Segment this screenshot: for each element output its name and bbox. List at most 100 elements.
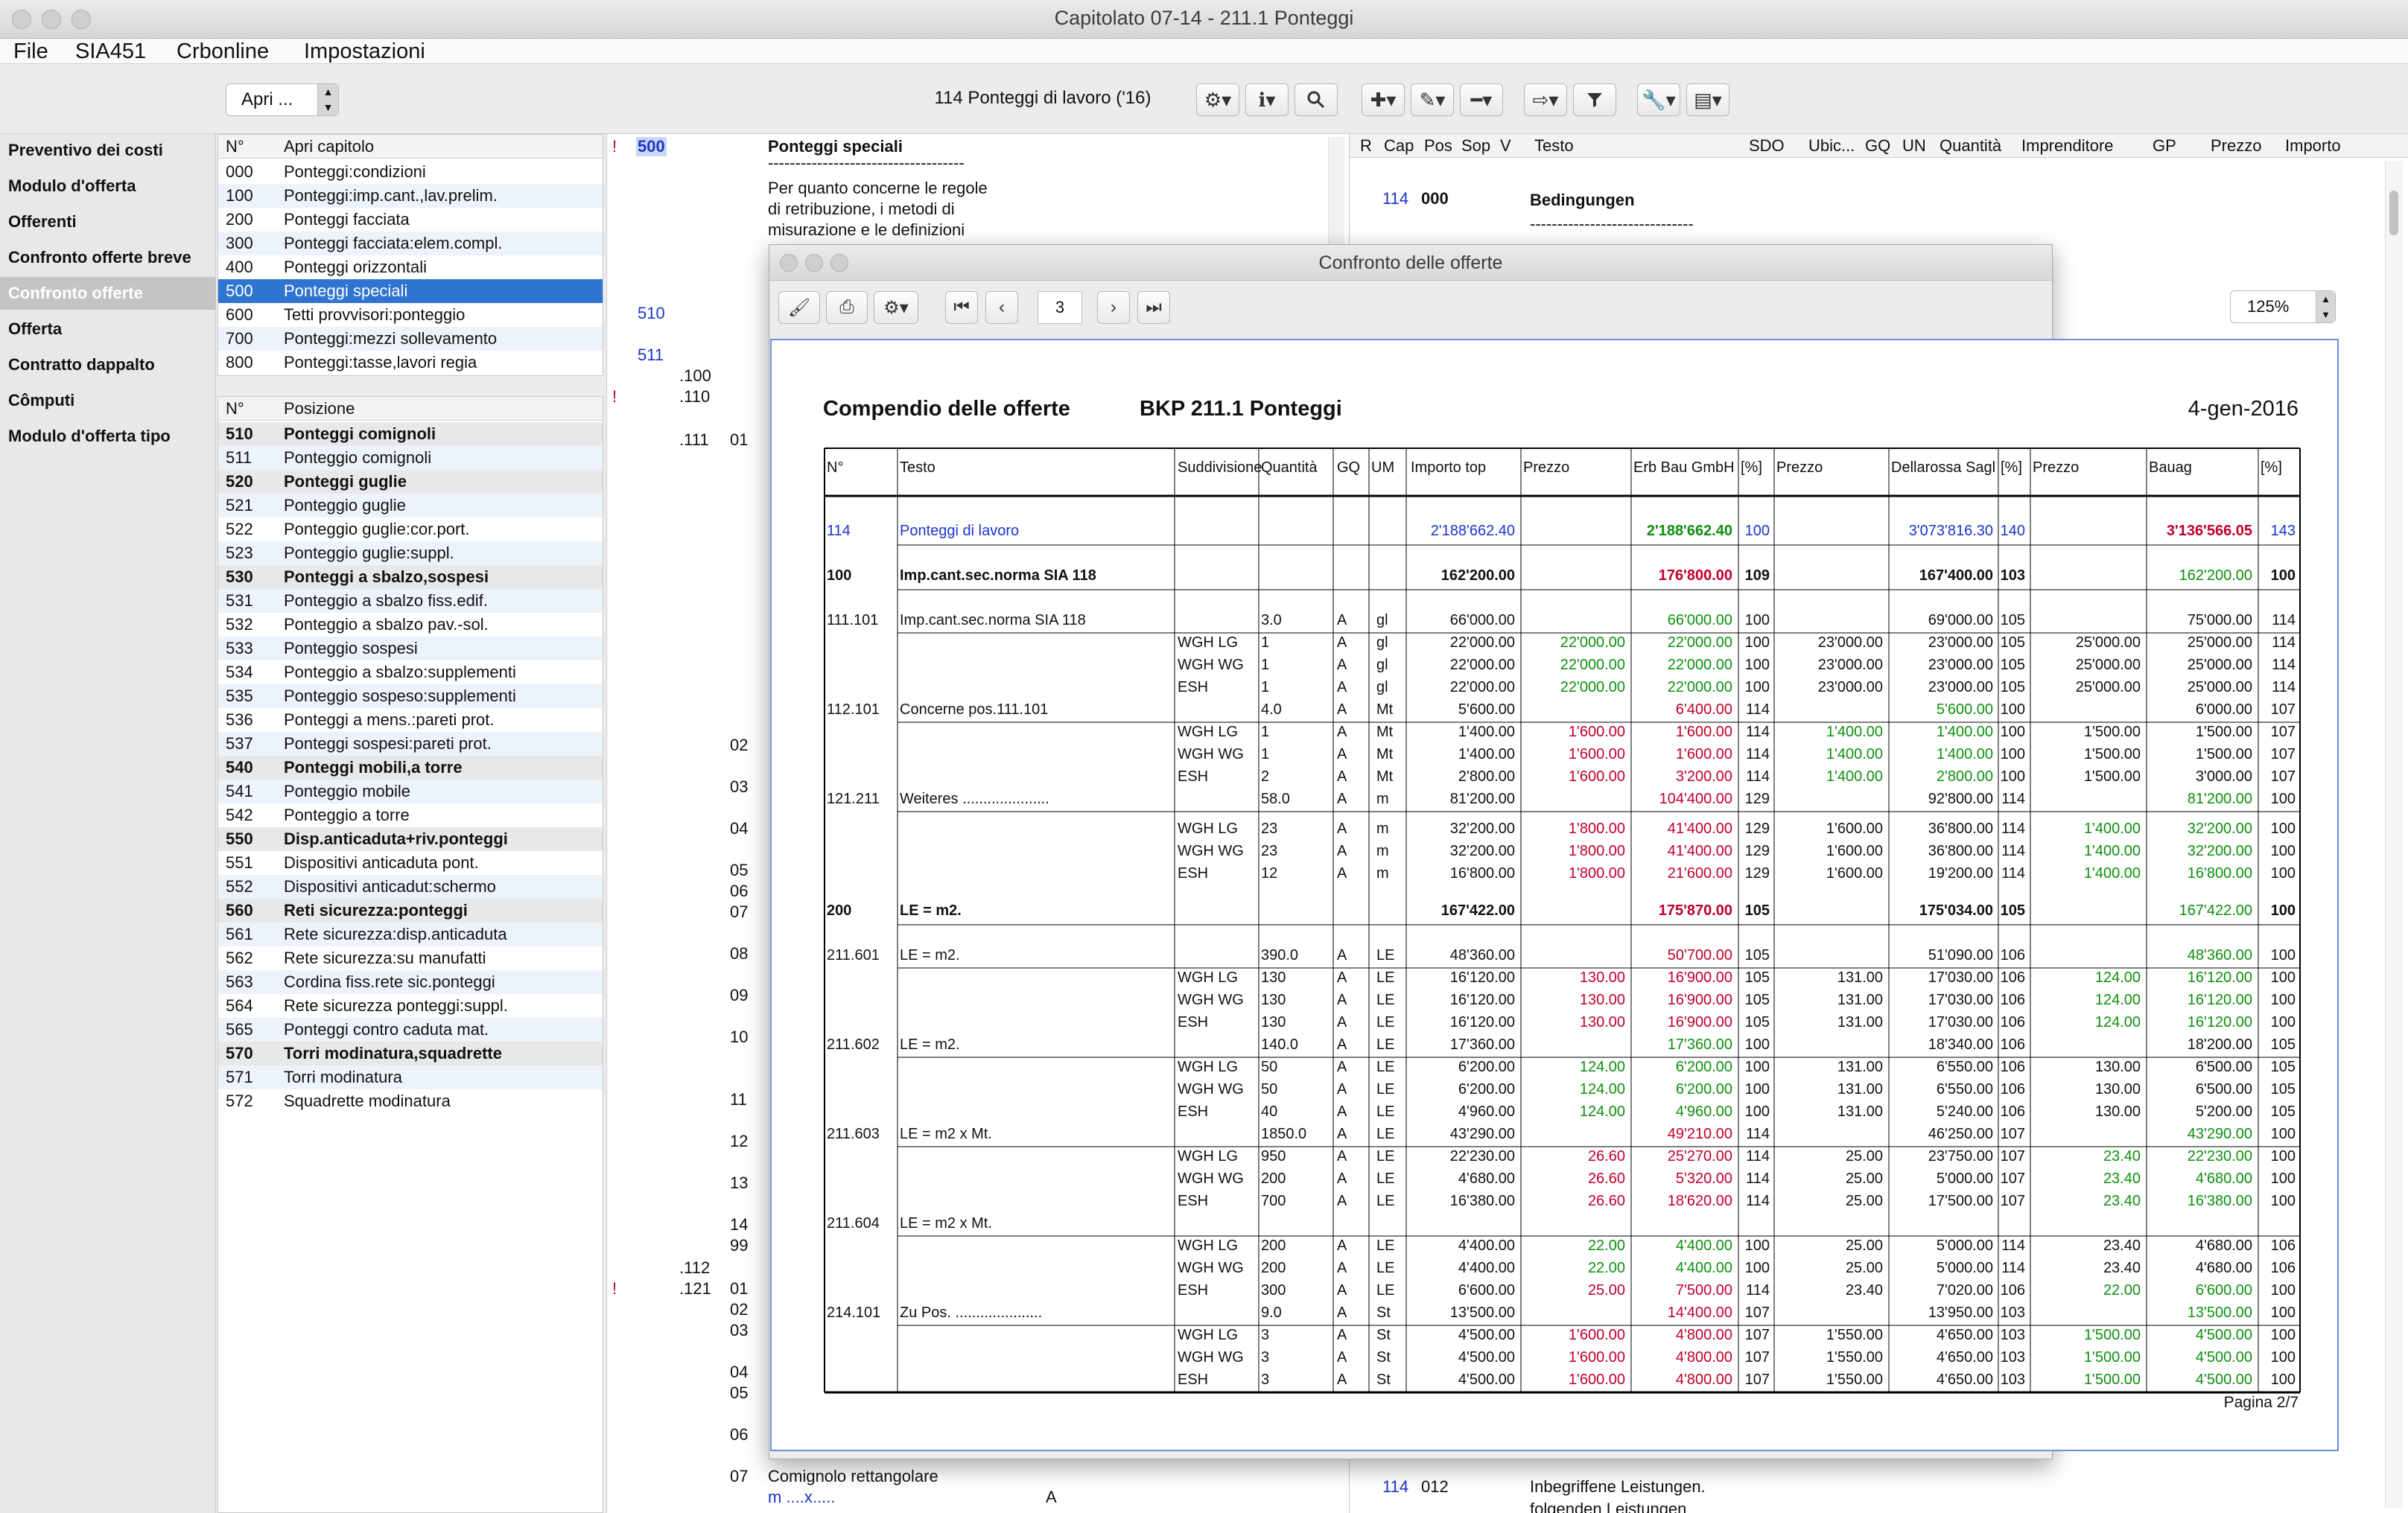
position-row[interactable]: 561 Rete sicurezza:disp.anticaduta (218, 923, 603, 946)
position-row[interactable]: 552 Dispositivi anticadut:schermo (218, 875, 603, 899)
position-row[interactable]: 532 Ponteggio a sbalzo pav.-sol. (218, 613, 603, 637)
table-column-header[interactable]: GQ (1865, 134, 1890, 158)
search-button[interactable] (1294, 83, 1338, 116)
report-row-importo-top: 1'400.00 (1458, 724, 1515, 740)
position-row[interactable]: 531 Ponteggio a sbalzo fiss.edif. (218, 589, 603, 613)
nav-item-0[interactable]: Preventivo dei costi (0, 134, 216, 167)
chapter-row[interactable]: 800 Ponteggi:tasse,lavori regia (218, 351, 603, 375)
position-row[interactable]: 570 Torri modinatura,squadrette (218, 1042, 603, 1066)
menu-crbonline[interactable]: Crbonline (177, 39, 269, 64)
position-row[interactable]: 534 Ponteggio a sbalzo:supplementi (218, 660, 603, 684)
chapter-row[interactable]: 000 Ponteggi:condizioni (218, 160, 603, 184)
table-column-header[interactable]: Cap (1384, 134, 1414, 158)
dialog-zoom-button[interactable] (830, 254, 848, 272)
menu-sia451[interactable]: SIA451 (75, 39, 146, 64)
position-row[interactable]: 551 Dispositivi anticaduta pont. (218, 851, 603, 875)
table-column-header[interactable]: V (1500, 134, 1511, 158)
add-menu-button[interactable]: ✚▾ (1362, 83, 1405, 116)
position-row[interactable]: 542 Ponteggio a torre (218, 803, 603, 827)
position-row[interactable]: 550 Disp.anticaduta+riv.ponteggi (218, 827, 603, 851)
position-row[interactable]: 564 Rete sicurezza ponteggi:suppl. (218, 994, 603, 1018)
dialog-close-button[interactable] (780, 254, 798, 272)
settings-menu-button[interactable]: ⚙▾ (1196, 83, 1239, 116)
dialog-minimize-button[interactable] (805, 254, 823, 272)
position-row[interactable]: 537 Ponteggi sospesi:pareti prot. (218, 732, 603, 756)
position-row[interactable]: 536 Ponteggi a mens.:pareti prot. (218, 708, 603, 732)
report-row-percent: 106 (2000, 1059, 2025, 1075)
nav-item-6[interactable]: Contratto dappalto (0, 348, 216, 381)
position-row[interactable]: 533 Ponteggio sospesi (218, 637, 603, 660)
position-row[interactable]: 560 Reti sicurezza:ponteggi (218, 899, 603, 923)
nav-item-1[interactable]: Modulo d'offerta (0, 170, 216, 203)
nav-item-8[interactable]: Modulo d'offerta tipo (0, 420, 216, 453)
position-row[interactable]: 572 Squadrette modinatura (218, 1089, 603, 1113)
open-chapter-select[interactable]: Apri ... ▲ ▼ (226, 83, 339, 116)
position-row[interactable]: 522 Ponteggio guglie:cor.port. (218, 517, 603, 541)
prev-page-button[interactable]: ‹ (985, 291, 1018, 324)
table-column-header[interactable]: R (1360, 134, 1372, 158)
menu-impostazioni[interactable]: Impostazioni (304, 39, 425, 64)
table-column-header[interactable]: Quantità (1940, 134, 2001, 158)
report-row-dellarossa: 2'800.00 (1936, 768, 1993, 785)
table-column-header[interactable]: GP (2153, 134, 2176, 158)
tools-menu-button[interactable]: 🔧▾ (1637, 83, 1680, 116)
table-column-header[interactable]: Pos (1424, 134, 1452, 158)
position-row[interactable]: 511 Ponteggio comignoli (218, 446, 603, 470)
next-page-button[interactable]: › (1097, 291, 1130, 324)
position-row[interactable]: 510 Ponteggi comignoli (218, 422, 603, 446)
edit-menu-button[interactable]: ✎▾ (1411, 83, 1454, 116)
chapter-row[interactable]: 500 Ponteggi speciali (218, 279, 603, 303)
chapter-row[interactable]: 700 Ponteggi:mezzi sollevamento (218, 327, 603, 351)
code-510[interactable]: 510 (638, 304, 665, 323)
nav-item-7[interactable]: Cômputi (0, 384, 216, 417)
position-row[interactable]: 563 Cordina fiss.rete sic.ponteggi (218, 970, 603, 994)
page-number-input[interactable]: 3 (1038, 291, 1082, 324)
position-row[interactable]: 535 Ponteggio sospeso:supplementi (218, 684, 603, 708)
position-row[interactable]: 521 Ponteggio guglie (218, 494, 603, 517)
nav-item-3[interactable]: Confronto offerte breve (0, 241, 216, 274)
table-column-header[interactable]: SDO (1749, 134, 1785, 158)
remove-menu-button[interactable]: ━▾ (1460, 83, 1503, 116)
table-column-header[interactable]: Imprenditore (2021, 134, 2114, 158)
chapter-row[interactable]: 300 Ponteggi facciata:elem.compl. (218, 232, 603, 255)
chapter-row[interactable]: 100 Ponteggi:imp.cant.,lav.prelim. (218, 184, 603, 208)
export-menu-button[interactable]: ⇨▾ (1524, 83, 1567, 116)
position-row[interactable]: 562 Rete sicurezza:su manufatti (218, 946, 603, 970)
dialog-settings-button[interactable]: ⚙▾ (874, 291, 918, 324)
menu-file[interactable]: File (13, 39, 48, 64)
document-menu-button[interactable]: ▤▾ (1686, 83, 1729, 116)
position-row[interactable]: 571 Torri modinatura (218, 1066, 603, 1089)
nav-item-5[interactable]: Offerta (0, 313, 216, 345)
position-row[interactable]: 520 Ponteggi guglie (218, 470, 603, 494)
selected-chapter-code[interactable]: 500 (636, 137, 667, 156)
info-menu-button[interactable]: ℹ▾ (1245, 83, 1289, 116)
export-icon: ⇨▾ (1532, 88, 1559, 111)
report-row-percent: 100 (2270, 1193, 2296, 1209)
report-row-bauag: 75'000.00 (2187, 612, 2252, 628)
nav-item-2[interactable]: Offerenti (0, 206, 216, 238)
table-column-header[interactable]: Testo (1534, 134, 1574, 158)
last-page-button[interactable]: ⏭ (1137, 291, 1170, 324)
print-button[interactable]: ⎙ (826, 291, 868, 324)
chapter-row[interactable]: 600 Tetti provvisori:ponteggio (218, 303, 603, 327)
scroll-thumb[interactable] (2389, 191, 2398, 235)
position-row[interactable]: 565 Ponteggi contro caduta mat. (218, 1018, 603, 1042)
position-row[interactable]: 541 Ponteggio mobile (218, 780, 603, 803)
table-column-header[interactable]: Prezzo (2211, 134, 2261, 158)
zoom-select[interactable]: 125% ▲ ▼ (2230, 290, 2336, 323)
filter-button[interactable] (1573, 83, 1616, 116)
chapter-row[interactable]: 400 Ponteggi orizzontali (218, 255, 603, 279)
brush-button[interactable]: 🖌 (778, 291, 820, 324)
chapter-row[interactable]: 200 Ponteggi facciata (218, 208, 603, 232)
code-511[interactable]: 511 (638, 345, 664, 365)
nav-item-4[interactable]: Confronto offerte (0, 277, 216, 310)
table-scrollbar[interactable] (2385, 161, 2403, 1509)
table-column-header[interactable]: UN (1902, 134, 1926, 158)
table-column-header[interactable]: Sop (1461, 134, 1490, 158)
position-row[interactable]: 530 Ponteggi a sbalzo,sospesi (218, 565, 603, 589)
first-page-button[interactable]: ⏮ (945, 291, 978, 324)
position-row[interactable]: 523 Ponteggio guglie:suppl. (218, 541, 603, 565)
table-column-header[interactable]: Ubic... (1808, 134, 1855, 158)
position-row[interactable]: 540 Ponteggi mobili,a torre (218, 756, 603, 780)
table-column-header[interactable]: Importo (2285, 134, 2341, 158)
